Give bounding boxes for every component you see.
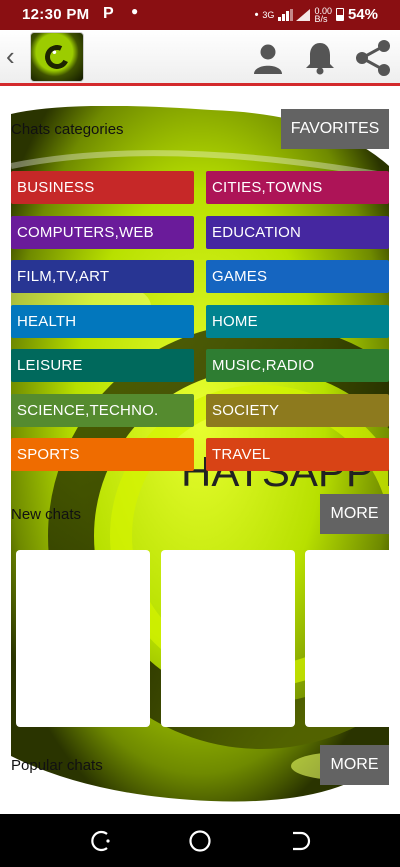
popular-chats-title: Popular chats [11, 757, 103, 774]
category-button[interactable]: BUSINESS [11, 171, 194, 204]
category-button[interactable]: GAMES [206, 260, 389, 293]
app-notification-icon: P [103, 5, 114, 22]
favorites-button[interactable]: FAVORITES [281, 109, 389, 149]
popular-chat-card[interactable] [305, 802, 389, 814]
main-content[interactable]: HATSAPP N Chats categories FAVORITES BUS… [11, 106, 389, 814]
category-button[interactable]: MUSIC,RADIO [206, 349, 389, 382]
profile-icon[interactable] [248, 38, 288, 78]
data-rate-unit: B/s [314, 13, 328, 24]
category-button[interactable]: TRAVEL [206, 438, 389, 471]
new-chats-more-button[interactable]: MORE [320, 494, 389, 534]
navigation-bar [0, 814, 400, 867]
category-button[interactable]: EDUCATION [206, 215, 389, 249]
status-bar: 12:30 PM P ● • 3G 0.00 B/s 54% [0, 0, 400, 30]
category-button[interactable]: SCIENCE,TECHNO. [11, 393, 194, 427]
notification-dot-icon: ● [131, 4, 139, 18]
new-chat-card[interactable] [305, 550, 389, 727]
app-bar: ‹ [0, 30, 400, 86]
category-button[interactable]: SPORTS [11, 438, 194, 471]
new-chat-card[interactable] [161, 550, 295, 727]
signal-bars-icon [278, 8, 293, 21]
signal-dot-icon: • [254, 8, 259, 21]
status-time: 12:30 PM [22, 6, 90, 23]
chevron-left-icon[interactable]: ‹ [6, 42, 15, 70]
wifi-signal-icon [296, 8, 311, 21]
new-chats-title: New chats [11, 506, 82, 523]
data-rate: 0.00 B/s [314, 6, 332, 24]
category-button[interactable]: HOME [206, 304, 389, 338]
home-icon[interactable] [187, 828, 213, 854]
popular-chat-card[interactable] [161, 802, 295, 814]
popular-chat-card[interactable] [16, 802, 150, 814]
system-icons: • 3G 0.00 B/s 54% [255, 6, 378, 23]
categories-title: Chats categories [11, 121, 124, 138]
category-button[interactable]: HEALTH [11, 304, 194, 338]
battery-percent: 54% [347, 6, 378, 23]
recent-apps-icon[interactable] [87, 828, 113, 854]
battery-icon [335, 8, 344, 21]
new-chat-card[interactable] [16, 550, 150, 727]
share-icon[interactable] [353, 38, 393, 78]
category-button[interactable]: FILM,TV,ART [11, 260, 194, 293]
bell-icon[interactable] [300, 38, 340, 78]
category-button[interactable]: LEISURE [11, 349, 194, 382]
category-button[interactable]: SOCIETY [206, 393, 389, 427]
category-button[interactable]: CITIES,TOWNS [206, 171, 389, 204]
back-icon[interactable] [287, 828, 313, 854]
category-button[interactable]: COMPUTERS,WEB [11, 215, 194, 249]
network-type-label: 3G [262, 9, 275, 20]
app-logo[interactable] [30, 32, 84, 82]
popular-chats-more-button[interactable]: MORE [320, 745, 389, 785]
